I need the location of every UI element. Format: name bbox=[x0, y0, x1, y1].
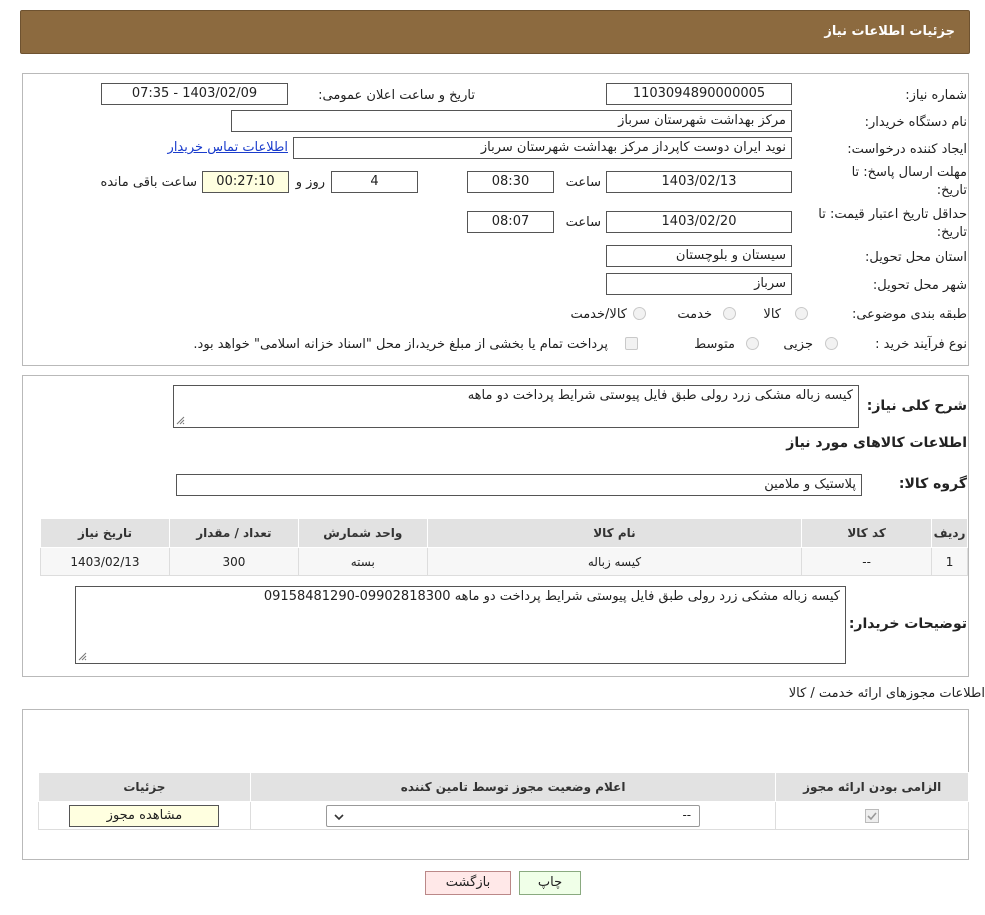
col-status: اعلام وضعیت مجوز توسط تامین کننده bbox=[249, 772, 777, 802]
buyer-contact-link[interactable]: اطلاعات تماس خریدار bbox=[168, 140, 288, 155]
checkbox-checked-icon[interactable] bbox=[865, 808, 880, 823]
process-option-minor: جزیی bbox=[783, 337, 813, 352]
deadline-date-field: 1403/02/13 bbox=[606, 171, 792, 193]
goods-group-field: پلاستیک و ملامین bbox=[176, 474, 862, 496]
validity-time-label: ساعت bbox=[565, 215, 601, 230]
permits-title: اطلاعات مجوزهای ارائه خدمت / کالا bbox=[788, 686, 985, 701]
validity-label: حداقل تاریخ اعتبار قیمت: تا bbox=[818, 207, 967, 222]
validity-label-date: تاریخ: bbox=[936, 225, 967, 240]
process-option-medium: متوسط bbox=[694, 337, 735, 352]
buyer-label: نام دستگاه خریدار: bbox=[864, 115, 967, 130]
summary-text: کیسه زباله مشکی زرد رولی طبق فایل پیوستی… bbox=[467, 388, 853, 403]
goods-table: ردیف کد کالا نام کالا واحد شمارش تعداد /… bbox=[40, 518, 968, 576]
cell-code: -- bbox=[801, 547, 933, 576]
category-option-service: خدمت bbox=[677, 307, 712, 322]
validity-time-field: 08:07 bbox=[467, 211, 554, 233]
resize-grip-icon[interactable] bbox=[78, 652, 87, 661]
process-radio-medium[interactable] bbox=[746, 337, 759, 350]
col-qty: تعداد / مقدار bbox=[168, 518, 299, 548]
category-option-goods-service: کالا/خدمت bbox=[570, 307, 627, 322]
status-cell: -- bbox=[249, 801, 777, 830]
announce-datetime-field: 1403/02/09 - 07:35 bbox=[101, 83, 288, 105]
back-button[interactable]: بازگشت bbox=[425, 871, 511, 895]
deadline-time-label: ساعت bbox=[565, 175, 601, 190]
province-field: سیستان و بلوچستان bbox=[606, 245, 792, 267]
creator-label: ایجاد کننده درخواست: bbox=[847, 142, 967, 157]
summary-textarea: کیسه زباله مشکی زرد رولی طبق فایل پیوستی… bbox=[173, 385, 859, 428]
goods-group-label: گروه کالا: bbox=[898, 476, 967, 492]
print-button[interactable]: چاپ bbox=[519, 871, 581, 895]
city-field: سرباز bbox=[606, 273, 792, 295]
announce-label: تاریخ و ساعت اعلان عمومی: bbox=[318, 88, 475, 103]
col-required: الزامی بودن ارائه مجوز bbox=[775, 772, 969, 802]
chevron-down-icon bbox=[334, 813, 344, 820]
cell-unit: بسته bbox=[297, 547, 428, 576]
col-details: جزئیات bbox=[38, 772, 251, 802]
category-option-goods: کالا bbox=[763, 307, 781, 322]
days-label: روز و bbox=[295, 175, 325, 190]
remaining-label: ساعت باقی مانده bbox=[100, 175, 197, 190]
col-name: نام کالا bbox=[426, 518, 803, 548]
goods-info-title: اطلاعات کالاهای مورد نیاز bbox=[786, 435, 967, 451]
permit-status-select[interactable]: -- bbox=[326, 804, 701, 827]
cell-date: 1403/02/13 bbox=[40, 547, 170, 576]
goods-table-header: ردیف کد کالا نام کالا واحد شمارش تعداد /… bbox=[40, 518, 968, 548]
buyer-field: مرکز بهداشت شهرستان سرباز bbox=[231, 110, 792, 132]
page-title: جزئیات اطلاعات نیاز bbox=[824, 24, 955, 39]
category-label: طبقه بندی موضوعی: bbox=[851, 307, 967, 322]
creator-field: نوید ایران دوست کاپرداز مرکز بهداشت شهرس… bbox=[293, 137, 792, 159]
process-note: پرداخت تمام یا بخشی از مبلغ خرید،از محل … bbox=[193, 337, 608, 352]
city-label: شهر محل تحویل: bbox=[872, 278, 967, 293]
permits-table-header: الزامی بودن ارائه مجوز اعلام وضعیت مجوز … bbox=[38, 772, 969, 802]
cell-name: کیسه زباله bbox=[426, 547, 803, 576]
province-label: استان محل تحویل: bbox=[865, 250, 967, 265]
treasury-checkbox[interactable] bbox=[625, 337, 638, 350]
permit-status-value: -- bbox=[682, 807, 692, 822]
required-cell bbox=[775, 801, 969, 830]
category-radio-goods[interactable] bbox=[795, 307, 808, 320]
deadline-label-date: تاریخ: bbox=[936, 183, 967, 198]
process-label: نوع فرآیند خرید : bbox=[875, 337, 967, 352]
remaining-days-field: 4 bbox=[331, 171, 418, 193]
page-header: جزئیات اطلاعات نیاز bbox=[20, 10, 970, 54]
category-radio-service[interactable] bbox=[723, 307, 736, 320]
summary-label: شرح کلی نیاز: bbox=[866, 398, 967, 414]
view-permit-button[interactable]: مشاهده مجوز bbox=[69, 804, 220, 827]
details-cell: مشاهده مجوز bbox=[38, 801, 251, 830]
remaining-time-field: 00:27:10 bbox=[202, 171, 289, 193]
col-code: کد کالا bbox=[801, 518, 933, 548]
col-row: ردیف bbox=[931, 518, 968, 548]
table-row: -- مشاهده مجوز bbox=[38, 801, 969, 830]
buyer-notes-text: کیسه زباله مشکی زرد رولی طبق فایل پیوستی… bbox=[263, 589, 840, 604]
cell-qty: 300 bbox=[168, 547, 299, 576]
cell-row: 1 bbox=[931, 547, 968, 576]
validity-date-field: 1403/02/20 bbox=[606, 211, 792, 233]
resize-grip-icon[interactable] bbox=[176, 416, 185, 425]
deadline-time-field: 08:30 bbox=[467, 171, 554, 193]
process-radio-minor[interactable] bbox=[825, 337, 838, 350]
permits-table: الزامی بودن ارائه مجوز اعلام وضعیت مجوز … bbox=[38, 772, 969, 830]
need-number-label: شماره نیاز: bbox=[905, 88, 967, 103]
deadline-label: مهلت ارسال پاسخ: تا bbox=[851, 165, 967, 180]
buyer-notes-label: توضیحات خریدار: bbox=[848, 616, 967, 632]
buyer-notes-textarea: کیسه زباله مشکی زرد رولی طبق فایل پیوستی… bbox=[75, 586, 846, 664]
table-row: 1 -- کیسه زباله بسته 300 1403/02/13 bbox=[40, 547, 968, 576]
category-radio-goods-service[interactable] bbox=[633, 307, 646, 320]
col-date: تاریخ نیاز bbox=[40, 518, 170, 548]
col-unit: واحد شمارش bbox=[297, 518, 428, 548]
need-number-field: 1103094890000005 bbox=[606, 83, 792, 105]
